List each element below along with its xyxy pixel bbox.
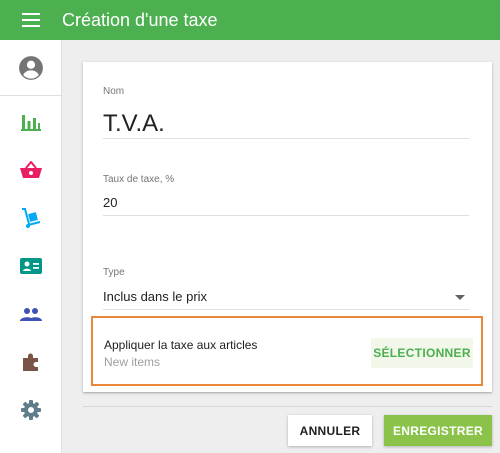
sidebar-item-inventory[interactable]	[0, 194, 61, 242]
sidebar-item-reports[interactable]	[0, 98, 61, 146]
tax-form-card: Nom T.V.A. Taux de taxe, % 20 Type Inclu…	[83, 62, 492, 392]
select-items-button[interactable]: SÉLECTIONNER	[371, 338, 473, 368]
cancel-button[interactable]: ANNULER	[288, 415, 372, 446]
footer-divider	[83, 406, 492, 407]
bar-chart-icon	[20, 115, 41, 131]
tax-rate-underline	[103, 215, 469, 216]
hamburger-menu-icon	[22, 13, 40, 27]
sidebar-item-sales[interactable]	[0, 146, 61, 194]
type-underline	[103, 309, 469, 310]
apply-to-items-section: Appliquer la taxe aux articles New items…	[91, 316, 483, 386]
apply-to-items-subtitle: New items	[104, 355, 161, 369]
tax-rate-input[interactable]: 20	[103, 195, 117, 210]
account-circle-icon	[18, 55, 43, 80]
save-button[interactable]: ENREGISTRER	[384, 415, 492, 446]
puzzle-icon	[22, 353, 38, 371]
dropdown-arrow-icon	[455, 295, 465, 300]
apply-to-items-title: Appliquer la taxe aux articles	[104, 338, 258, 352]
basket-icon	[19, 161, 42, 178]
people-icon	[19, 308, 42, 321]
badge-icon	[19, 258, 42, 274]
menu-button[interactable]	[0, 0, 62, 40]
type-select[interactable]: Inclus dans le prix	[103, 289, 469, 307]
type-select-value: Inclus dans le prix	[103, 289, 208, 304]
tax-rate-label: Taux de taxe, %	[103, 174, 175, 185]
sidebar	[0, 40, 62, 453]
dolly-icon	[21, 208, 40, 228]
type-label: Type	[103, 267, 125, 278]
sidebar-item-employees[interactable]	[0, 290, 61, 338]
sidebar-item-account[interactable]	[0, 40, 61, 96]
gear-icon	[20, 400, 41, 420]
name-input[interactable]: T.V.A.	[103, 110, 165, 138]
name-label: Nom	[103, 86, 125, 97]
sidebar-item-customers[interactable]	[0, 242, 61, 290]
page-title: Création d'une taxe	[62, 9, 218, 30]
sidebar-item-integrations[interactable]	[0, 338, 61, 386]
name-underline	[103, 138, 469, 139]
sidebar-item-settings[interactable]	[0, 386, 61, 434]
app-bar: Création d'une taxe	[0, 0, 500, 40]
